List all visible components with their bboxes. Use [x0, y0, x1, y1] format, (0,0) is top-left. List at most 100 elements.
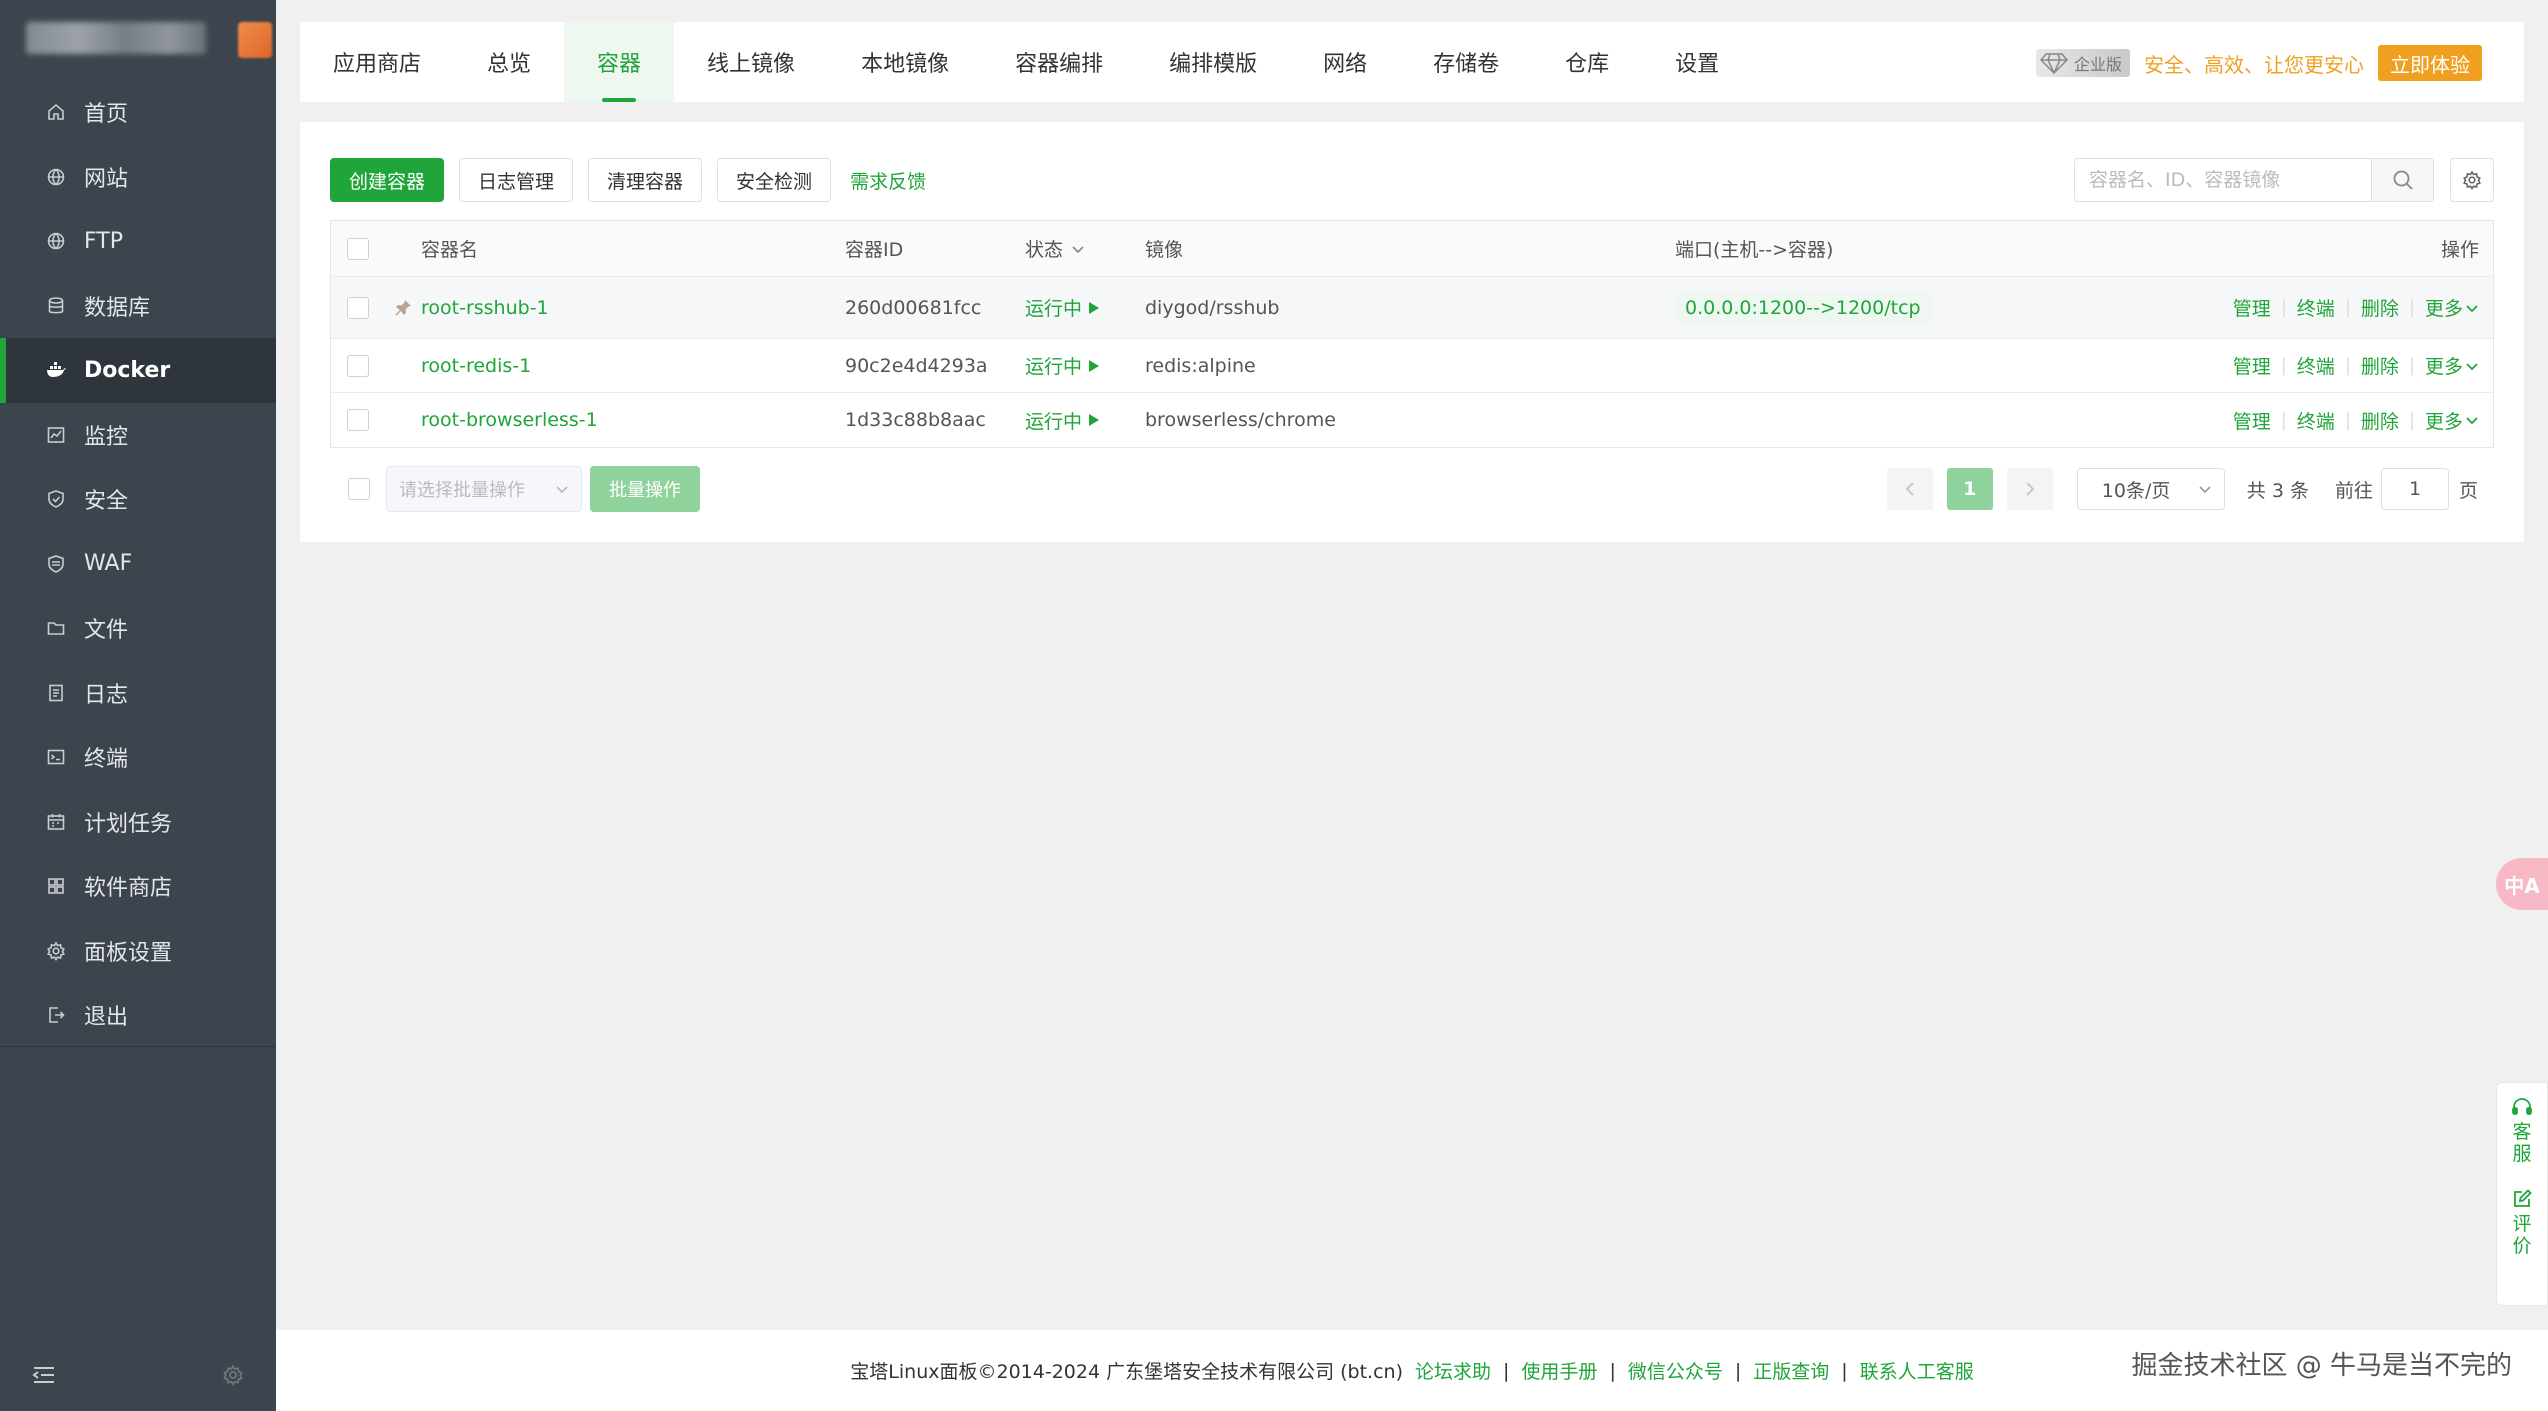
more-dropdown[interactable]: 更多 — [2425, 294, 2479, 321]
sidebar-item-ftp[interactable]: FTP — [0, 209, 276, 274]
more-dropdown[interactable]: 更多 — [2425, 352, 2479, 379]
grid-icon — [44, 874, 68, 898]
footer-link-forum[interactable]: 论坛求助 — [1415, 1357, 1491, 1384]
footer-link-license[interactable]: 正版查询 — [1753, 1357, 1829, 1384]
feedback-link[interactable]: 需求反馈 — [850, 167, 926, 194]
tab-app-store[interactable]: 应用商店 — [300, 22, 454, 102]
logout-icon — [44, 1003, 68, 1027]
container-name-link[interactable]: root-rsshub-1 — [421, 297, 549, 319]
header-status[interactable]: 状态 — [1025, 235, 1145, 262]
goto-page-input[interactable] — [2380, 468, 2449, 510]
table-row: root-rsshub-1 260d00681fcc 运行中 diygod/rs… — [331, 277, 2493, 339]
tab-containers[interactable]: 容器 — [564, 22, 675, 102]
row-checkbox[interactable] — [347, 296, 369, 319]
page-number-current[interactable]: 1 — [1946, 468, 1993, 510]
search-icon — [2392, 169, 2414, 191]
footer-link-wechat[interactable]: 微信公众号 — [1628, 1357, 1723, 1384]
tab-registry[interactable]: 仓库 — [1532, 22, 1642, 102]
pin-icon[interactable] — [394, 299, 412, 317]
chevron-down-icon — [2465, 415, 2479, 425]
sidebar-item-security[interactable]: 安全 — [0, 467, 276, 532]
sidebar-item-settings[interactable]: 面板设置 — [0, 919, 276, 984]
port-mapping-badge: 0.0.0.0:1200-->1200/tcp — [1675, 292, 1931, 323]
more-dropdown[interactable]: 更多 — [2425, 407, 2479, 434]
clean-containers-button[interactable]: 清理容器 — [588, 158, 703, 202]
collapse-menu-icon[interactable] — [32, 1365, 56, 1385]
container-image: redis:alpine — [1145, 354, 1256, 377]
tab-online-images[interactable]: 线上镜像 — [674, 22, 828, 102]
sidebar-item-store[interactable]: 软件商店 — [0, 854, 276, 919]
header-ops: 操作 — [2440, 239, 2479, 261]
manage-link[interactable]: 管理 — [2233, 352, 2271, 379]
search-button[interactable] — [2371, 159, 2433, 201]
create-container-button[interactable]: 创建容器 — [330, 158, 445, 202]
footer-link-support[interactable]: 联系人工客服 — [1860, 1357, 1974, 1384]
tab-settings[interactable]: 设置 — [1642, 22, 1752, 102]
sidebar-item-cron[interactable]: 计划任务 — [0, 790, 276, 855]
sidebar-item-database[interactable]: 数据库 — [0, 274, 276, 339]
terminal-link[interactable]: 终端 — [2297, 407, 2335, 434]
play-icon — [1088, 301, 1100, 315]
sidebar-item-monitor[interactable]: 监控 — [0, 403, 276, 468]
review-button[interactable]: 评价 — [2512, 1189, 2532, 1257]
sidebar-divider — [0, 1046, 276, 1047]
sidebar-item-logs[interactable]: 日志 — [0, 661, 276, 726]
table-settings-button[interactable] — [2450, 158, 2494, 202]
container-name-link[interactable]: root-browserless-1 — [421, 409, 598, 431]
status-running[interactable]: 运行中 — [1025, 294, 1145, 321]
sidebar-item-docker[interactable]: Docker — [0, 338, 276, 403]
sidebar-item-label: FTP — [84, 228, 123, 254]
manage-link[interactable]: 管理 — [2233, 407, 2271, 434]
tab-local-images[interactable]: 本地镜像 — [828, 22, 982, 102]
status-label: 运行中 — [1025, 410, 1083, 433]
page-size-select[interactable]: 10条/页 — [2076, 468, 2225, 510]
translate-button[interactable]: 中A — [2496, 858, 2548, 910]
customer-service-button[interactable]: 客服 — [2511, 1097, 2533, 1165]
container-id: 90c2e4d4293a — [845, 354, 988, 377]
table-row: root-browserless-1 1d33c88b8aac 运行中 brow… — [331, 393, 2493, 447]
row-checkbox[interactable] — [347, 354, 369, 377]
try-now-button[interactable]: 立即体验 — [2378, 45, 2482, 81]
next-page-button[interactable] — [2006, 468, 2053, 510]
settings-gear-icon[interactable] — [222, 1364, 244, 1386]
floating-help-panel: 客服 评价 — [2496, 1082, 2548, 1306]
terminal-link[interactable]: 终端 — [2297, 294, 2335, 321]
tab-compose-templates[interactable]: 编排模版 — [1136, 22, 1290, 102]
page-suffix: 页 — [2458, 479, 2478, 502]
tab-compose[interactable]: 容器编排 — [982, 22, 1136, 102]
search-input[interactable] — [2075, 159, 2371, 201]
sidebar-item-files[interactable]: 文件 — [0, 596, 276, 661]
row-checkbox[interactable] — [347, 409, 369, 431]
tab-network[interactable]: 网络 — [1290, 22, 1400, 102]
shield-icon — [44, 487, 68, 511]
container-name-link[interactable]: root-redis-1 — [421, 355, 531, 377]
status-running[interactable]: 运行中 — [1025, 407, 1145, 434]
footer-link-manual[interactable]: 使用手册 — [1521, 1357, 1597, 1384]
delete-link[interactable]: 删除 — [2361, 294, 2399, 321]
manage-link[interactable]: 管理 — [2233, 294, 2271, 321]
container-id: 260d00681fcc — [845, 296, 982, 319]
sidebar-item-waf[interactable]: WAF — [0, 532, 276, 597]
batch-select-checkbox[interactable] — [348, 478, 370, 500]
batch-action-button[interactable]: 批量操作 — [590, 466, 700, 512]
table-footer: 请选择批量操作 批量操作 1 10条/页 共 3 条 前往 页 — [330, 466, 2494, 512]
sidebar-item-terminal[interactable]: 终端 — [0, 725, 276, 790]
pagination: 1 10条/页 共 3 条 前往 页 — [1886, 466, 2478, 512]
op-separator: | — [2280, 297, 2287, 318]
header-port: 端口(主机-->容器) — [1675, 239, 1834, 261]
tab-overview[interactable]: 总览 — [454, 22, 564, 102]
database-icon — [44, 294, 68, 318]
delete-link[interactable]: 删除 — [2361, 407, 2399, 434]
security-check-button[interactable]: 安全检测 — [717, 158, 832, 202]
terminal-link[interactable]: 终端 — [2297, 352, 2335, 379]
sidebar-item-logout[interactable]: 退出 — [0, 983, 276, 1048]
log-management-button[interactable]: 日志管理 — [459, 158, 574, 202]
sidebar-item-website[interactable]: 网站 — [0, 145, 276, 210]
status-running[interactable]: 运行中 — [1025, 352, 1145, 379]
sidebar-item-home[interactable]: 首页 — [0, 80, 276, 145]
select-all-checkbox[interactable] — [347, 237, 369, 260]
tab-volumes[interactable]: 存储卷 — [1400, 22, 1532, 102]
prev-page-button[interactable] — [1886, 468, 1933, 510]
batch-action-select[interactable]: 请选择批量操作 — [386, 466, 582, 512]
delete-link[interactable]: 删除 — [2361, 352, 2399, 379]
